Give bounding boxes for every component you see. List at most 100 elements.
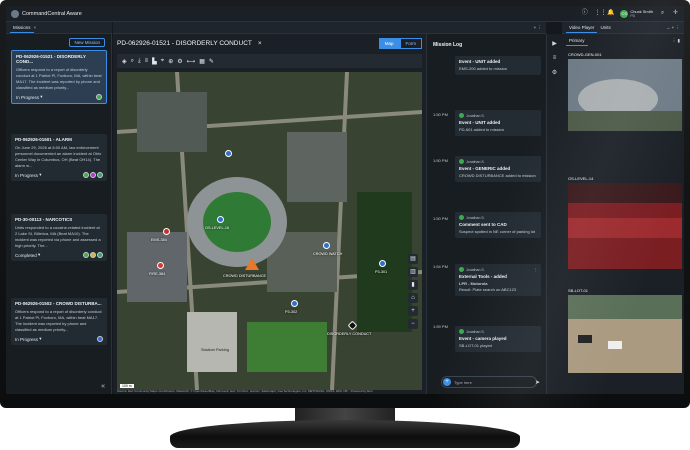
status-dot-icon [96, 94, 102, 100]
mission-body: Officers respond to a report of disorder… [16, 67, 102, 90]
avatar-icon [459, 329, 464, 334]
add-icon[interactable]: + [443, 378, 451, 386]
grid-icon[interactable]: ⋮⋮ [594, 10, 606, 17]
user-name: Chuck Smith [630, 8, 653, 14]
camera-feed[interactable]: OS-LEVEL-14 [568, 174, 682, 271]
mission-status[interactable]: Completed [15, 253, 37, 258]
camera-feed[interactable]: SB-LOT-01 [568, 286, 682, 375]
unit-marker-icon[interactable] [291, 300, 298, 307]
mission-status[interactable]: In Progress [15, 337, 38, 342]
log-entry-title: Event - UNIT added [459, 120, 501, 125]
grid-icon[interactable]: ▦ [199, 58, 205, 65]
tab-video-player[interactable]: Video Player [566, 23, 598, 33]
status-dot-icon [97, 336, 103, 342]
zoom-out-icon[interactable]: − [408, 319, 418, 329]
target-icon[interactable]: ⊕ [168, 58, 173, 65]
list-icon[interactable]: ≡ [551, 55, 559, 61]
home-icon[interactable]: ⌂ [408, 293, 418, 303]
new-mission-button[interactable]: New Mission [69, 38, 105, 47]
map-controls: ▤ ▥ ▮ ⌂ + − [408, 254, 418, 329]
pin-icon[interactable]: ⌖ [161, 58, 164, 65]
unit-marker-icon[interactable] [379, 260, 386, 267]
video-tabbar: Video Player Units → + ⋮ [562, 22, 684, 34]
mission-card[interactable]: PD-062926-01501 - ALARM On June 29, 2026… [11, 134, 107, 181]
chart-icon[interactable]: ▙ [152, 58, 157, 65]
mission-card[interactable]: PD-062926-01502 - CROWD DISTURBA... Offi… [11, 298, 107, 345]
settings-icon[interactable]: ⚙ [177, 58, 182, 65]
camera-name: SB-LOT-01 [568, 288, 589, 293]
form-toggle-button[interactable]: Form [399, 37, 422, 49]
measure-icon[interactable]: ⟷ [187, 58, 196, 65]
log-entry-text: Suspect spotted in NE corner of parking … [459, 229, 536, 234]
map-view[interactable]: OS-LEVEL-16 EMS-384 FIRE-384 CROWD DISTU… [117, 72, 422, 390]
unit-marker-icon[interactable] [323, 242, 330, 249]
log-entry-title: Event - camera played [459, 336, 507, 341]
video-actions-icon[interactable]: ⋮ ▮ [672, 38, 680, 44]
camera-thumbnail [568, 295, 682, 373]
warning-icon[interactable] [245, 258, 259, 270]
map-toggle-button[interactable]: Map [378, 37, 400, 49]
missions-panel: New Mission PD-062926-01521 - DISORDERLY… [6, 34, 112, 394]
tab-primary[interactable]: Primary [566, 36, 588, 46]
add-tab-icon[interactable]: + ⋮ [534, 25, 542, 31]
log-entry-title: Event - GENERIC added [459, 166, 511, 171]
marker-label: OS-LEVEL-16 [205, 226, 230, 230]
camera-feed[interactable]: CROWD-GEN-001 [568, 50, 682, 133]
settings-icon[interactable]: ⚙ [551, 69, 559, 76]
close-icon[interactable]: × [34, 25, 37, 30]
unit-marker-icon[interactable] [217, 216, 224, 223]
more-icon[interactable]: ⋮ [534, 268, 538, 272]
app-title: CommandCentral Aware [22, 10, 82, 17]
basemap-icon[interactable]: ▥ [408, 267, 418, 277]
unit-marker-icon[interactable] [163, 228, 170, 235]
view-toggle: Map Form [378, 37, 422, 49]
camera-icon[interactable]: ▶ [551, 40, 559, 47]
mission-card[interactable]: PD-062926-01521 - DISORDERLY COND... Off… [11, 50, 107, 104]
info-icon[interactable]: ⓘ [581, 10, 588, 17]
panel-actions-icon[interactable]: → + ⋮ [666, 25, 680, 31]
log-entry-title: Comment sent to CAD [459, 222, 507, 227]
avatar-icon [459, 113, 464, 118]
avatar: CS [620, 9, 629, 18]
camera-name: OS-LEVEL-14 [568, 176, 594, 181]
plus-icon[interactable]: ✛ [672, 10, 679, 17]
log-entry-title: External Tools - added [459, 274, 507, 279]
log-author: Jonathan S. [466, 113, 485, 118]
mission-status[interactable]: In Progress [15, 173, 38, 178]
collapse-icon[interactable]: « [101, 383, 105, 390]
map-toolbar: ◈ ⌕ ⤓ ≡ ▙ ⌖ ⊕ ⚙ ⟷ ▦ ✎ [117, 54, 422, 68]
bookmark-icon[interactable]: ▮ [408, 280, 418, 290]
layers-icon[interactable]: ◈ [122, 58, 127, 65]
tab-units[interactable]: Units [597, 23, 613, 32]
monitor-base [170, 420, 520, 448]
log-time: 1:59 PM [433, 324, 448, 329]
tab-missions[interactable]: Missions [10, 23, 34, 33]
mission-body: Officers respond to a report of disorder… [15, 309, 102, 332]
close-icon[interactable]: × [258, 40, 262, 47]
layers-icon[interactable]: ▤ [408, 254, 418, 264]
log-entry-text: CROWD DISTURBANCE added to mission [459, 173, 536, 178]
fire-marker-icon[interactable] [157, 262, 164, 269]
log-entry: Jonathan S. Event - GENERIC added CROWD … [455, 156, 541, 182]
camera-thumbnail [568, 59, 682, 131]
zoom-in-icon[interactable]: + [408, 306, 418, 316]
log-entry-text: EMS-200 added to mission [459, 66, 508, 71]
map-scale: 100 m [120, 384, 134, 388]
search-icon[interactable]: ⌕ [131, 58, 134, 65]
send-icon[interactable]: ➤ [535, 379, 540, 386]
log-author: Jonathan S. [466, 215, 485, 220]
mission-status[interactable]: In Progress [16, 95, 39, 100]
unit-marker-icon[interactable] [225, 150, 232, 157]
bell-icon[interactable]: 🔔 [607, 10, 614, 17]
log-author: Jonathan S. [466, 329, 485, 334]
draw-icon[interactable]: ✎ [209, 58, 214, 65]
user-menu[interactable]: CS Chuck Smith PD [620, 8, 653, 18]
list-icon[interactable]: ≡ [145, 58, 149, 64]
download-icon[interactable]: ⤓ [138, 58, 141, 65]
search-icon[interactable]: ⌕ [659, 10, 666, 17]
log-input[interactable]: Type here [441, 376, 537, 388]
marker-label: FIRE-384 [149, 272, 166, 276]
marker-label: DISORDERLY CONDUCT [327, 332, 372, 336]
mission-card[interactable]: PD-30-00113 - NARCOTICS Units responded … [11, 214, 107, 261]
log-time: 1:54 PM [433, 264, 448, 269]
